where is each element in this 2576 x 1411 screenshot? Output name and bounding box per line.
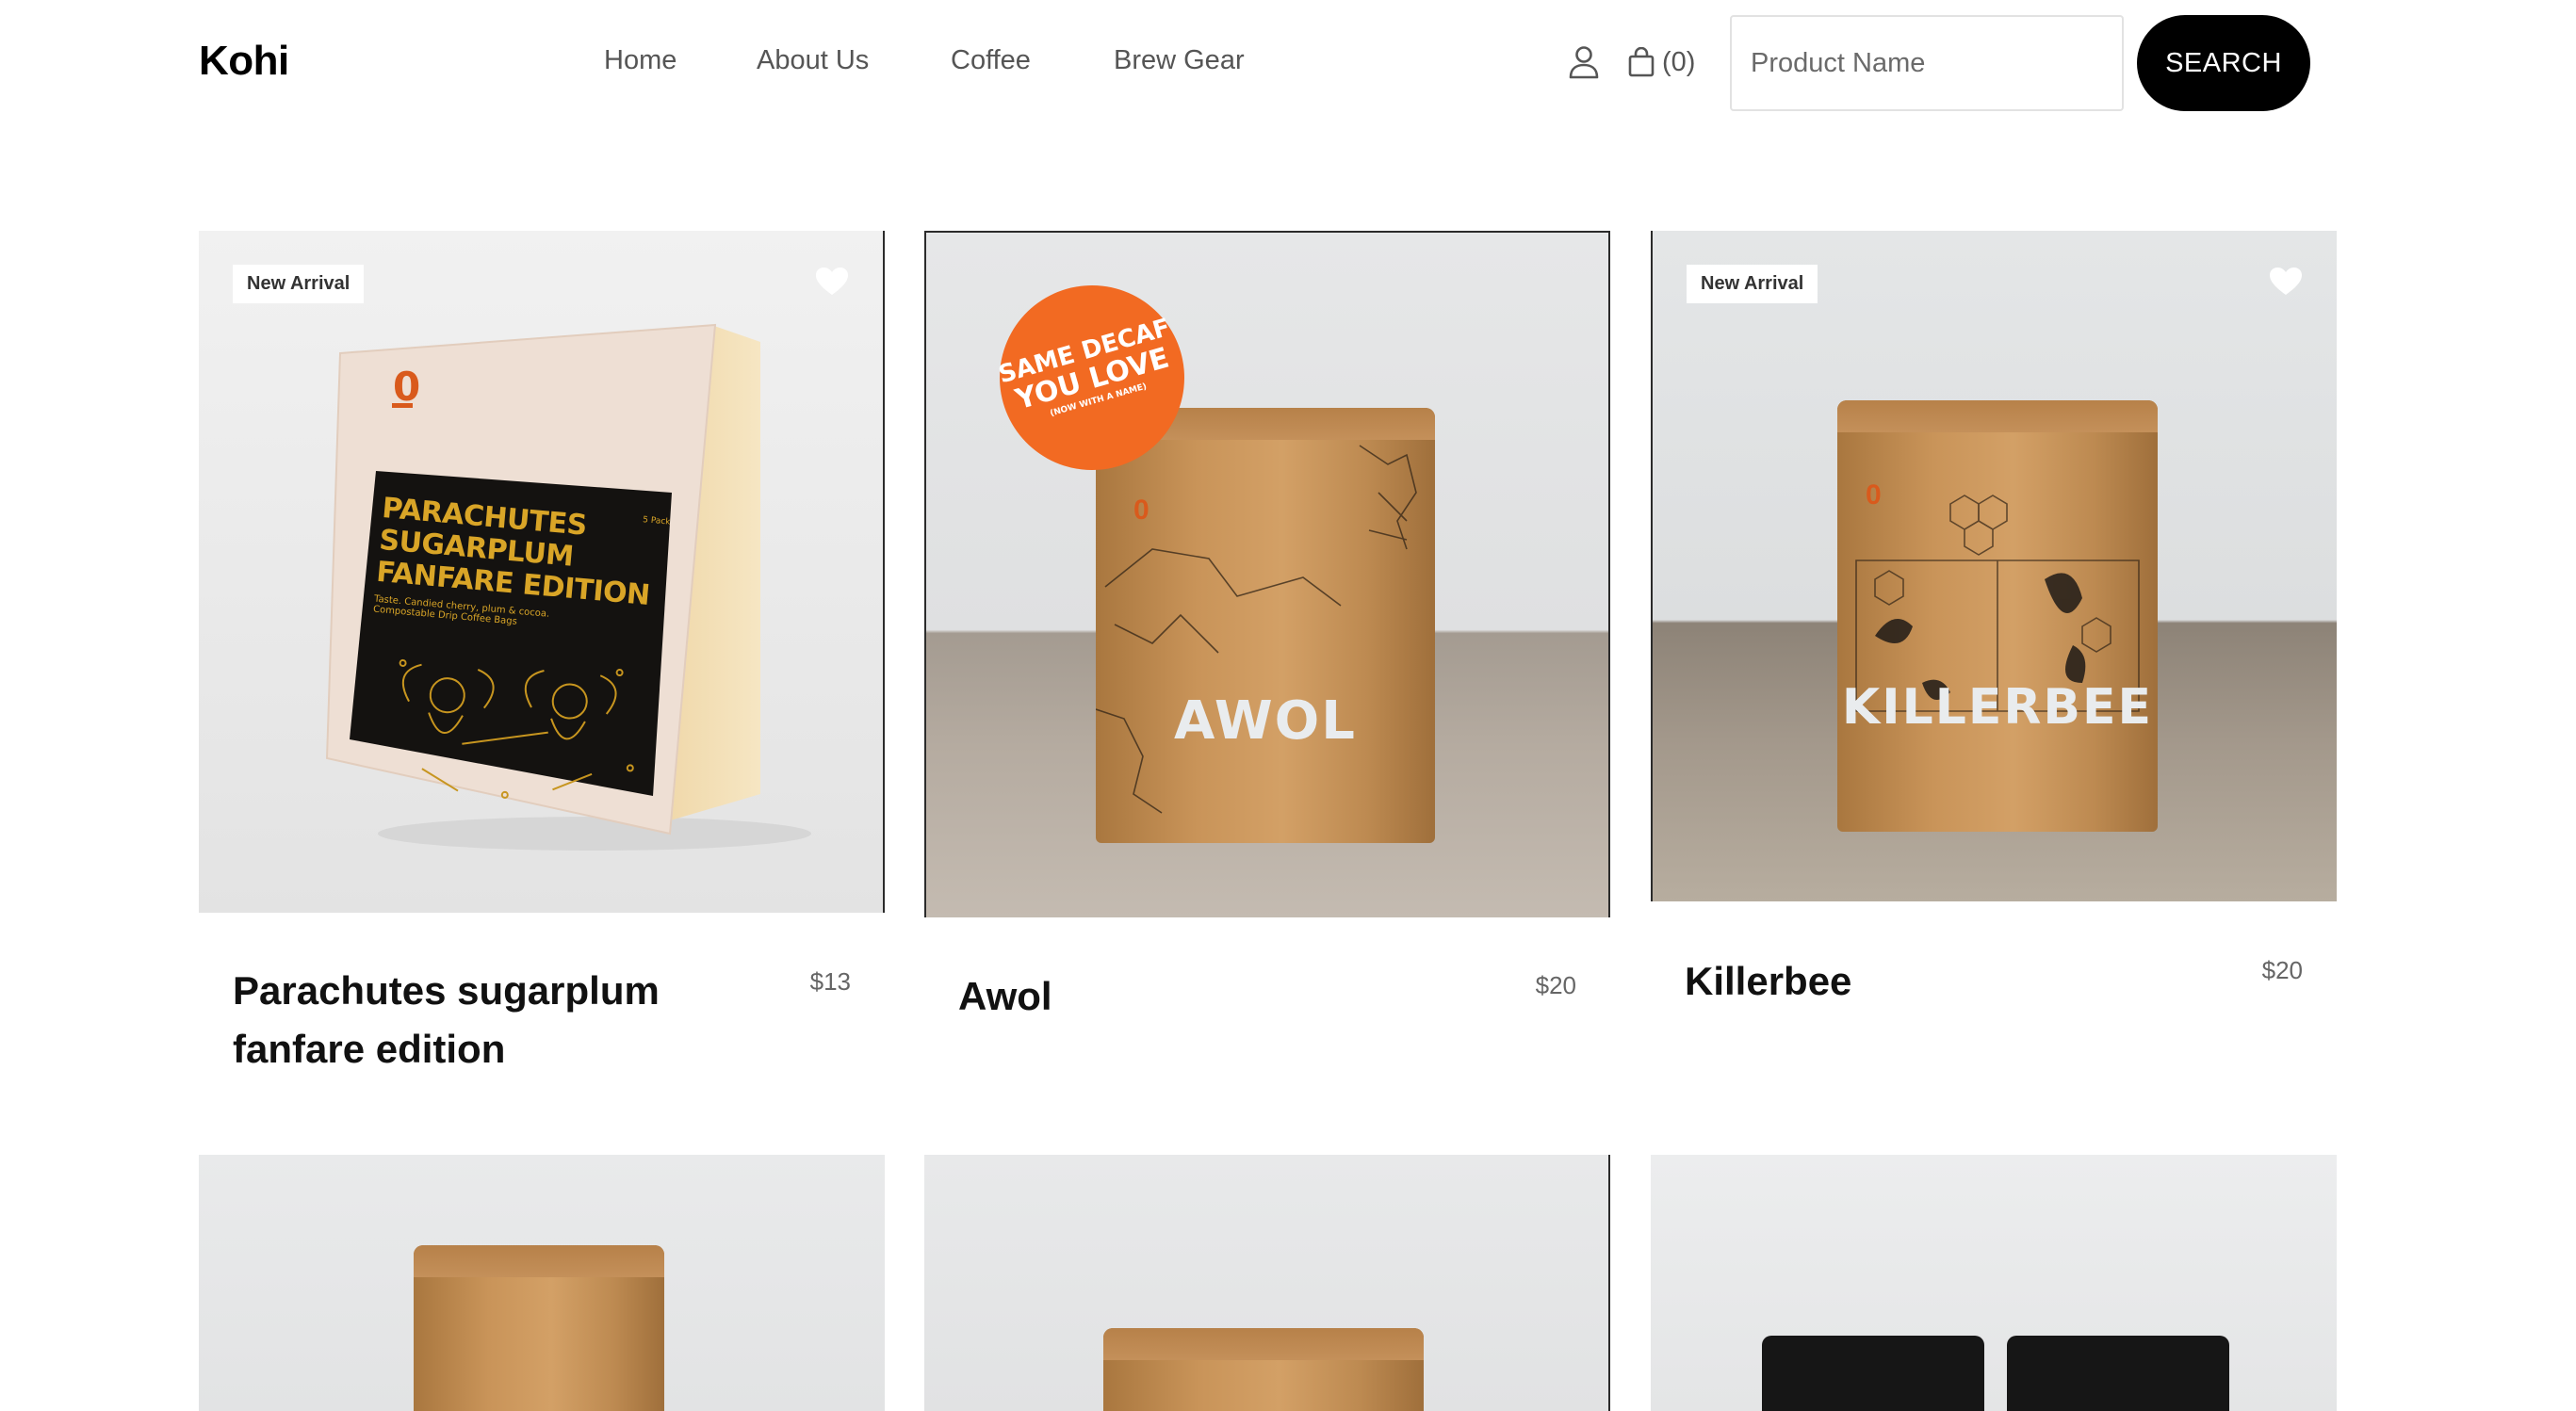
- product-title[interactable]: Awol: [958, 967, 1486, 1026]
- search-input[interactable]: [1730, 15, 2124, 111]
- product-image[interactable]: 0 PARACHUTES SUGARPLUM FANFARE EDITION T…: [199, 231, 885, 913]
- nav-home[interactable]: Home: [604, 45, 677, 76]
- box-label-text: PARACHUTES SUGARPLUM FANFARE EDITION Tas…: [372, 492, 671, 627]
- black-coffee-bag: [1762, 1336, 1984, 1411]
- bag-name: KILLERBEE: [1841, 679, 2154, 736]
- new-arrival-badge: New Arrival: [1687, 265, 1818, 303]
- product-price: $13: [809, 967, 851, 996]
- product-image[interactable]: [924, 1155, 1610, 1411]
- svg-text:0: 0: [393, 364, 420, 410]
- nav-about-us[interactable]: About Us: [757, 45, 869, 76]
- new-arrival-badge: New Arrival: [233, 265, 365, 303]
- coffee-bag: 0 KILLERBEE: [1837, 400, 2158, 832]
- product-card[interactable]: [1651, 1155, 2337, 1411]
- product-card[interactable]: 0 AWOL SAME DECAF YOU LOVE (NOW WITH A N…: [924, 231, 1610, 1018]
- bag-line-art: [1096, 445, 1417, 814]
- product-card[interactable]: 0 PARACHUTES SUGARPLUM FANFARE EDITION T…: [199, 231, 885, 1071]
- heart-icon[interactable]: [815, 267, 849, 297]
- bag-logo: 0: [1866, 479, 1882, 511]
- heart-icon[interactable]: [2269, 267, 2303, 297]
- cherub-illustration: [399, 658, 634, 799]
- product-image[interactable]: 0 AWOL SAME DECAF YOU LOVE (NOW WITH A N…: [924, 231, 1610, 917]
- cart-button[interactable]: (0): [1628, 43, 1695, 81]
- cart-count: (0): [1662, 46, 1696, 77]
- black-coffee-bag: [2007, 1336, 2229, 1411]
- bag-honeycomb-art: [1855, 495, 2140, 712]
- bag-name: AWOL: [1174, 690, 1357, 752]
- site-header: Kohi Home About Us Coffee Brew Gear (0) …: [0, 0, 2576, 127]
- product-card[interactable]: 0 KILLERBEE New Arrival Killerbee $20: [1651, 231, 2337, 1003]
- coffee-bag: [414, 1245, 664, 1411]
- coffee-bag: 0 AWOL: [1096, 408, 1435, 843]
- bag-logo: 0: [1133, 495, 1149, 526]
- search-button[interactable]: SEARCH: [2137, 15, 2310, 111]
- product-image[interactable]: [1651, 1155, 2337, 1411]
- user-icon[interactable]: [1568, 45, 1600, 79]
- product-title[interactable]: Parachutes sugarplum fanfare edition: [233, 962, 760, 1079]
- product-title[interactable]: Killerbee: [1685, 952, 2212, 1011]
- nav-brew-gear[interactable]: Brew Gear: [1114, 45, 1245, 76]
- product-price: $20: [1535, 971, 1576, 999]
- product-card[interactable]: [924, 1155, 1610, 1411]
- coffee-bag: [1103, 1328, 1424, 1411]
- product-image[interactable]: [199, 1155, 885, 1411]
- site-logo[interactable]: Kohi: [199, 38, 289, 85]
- product-image[interactable]: 0 KILLERBEE New Arrival: [1651, 231, 2337, 901]
- product-price: $20: [2261, 956, 2303, 984]
- product-card[interactable]: [199, 1155, 885, 1411]
- nav-coffee[interactable]: Coffee: [951, 45, 1031, 76]
- shopping-bag-icon: [1628, 47, 1655, 77]
